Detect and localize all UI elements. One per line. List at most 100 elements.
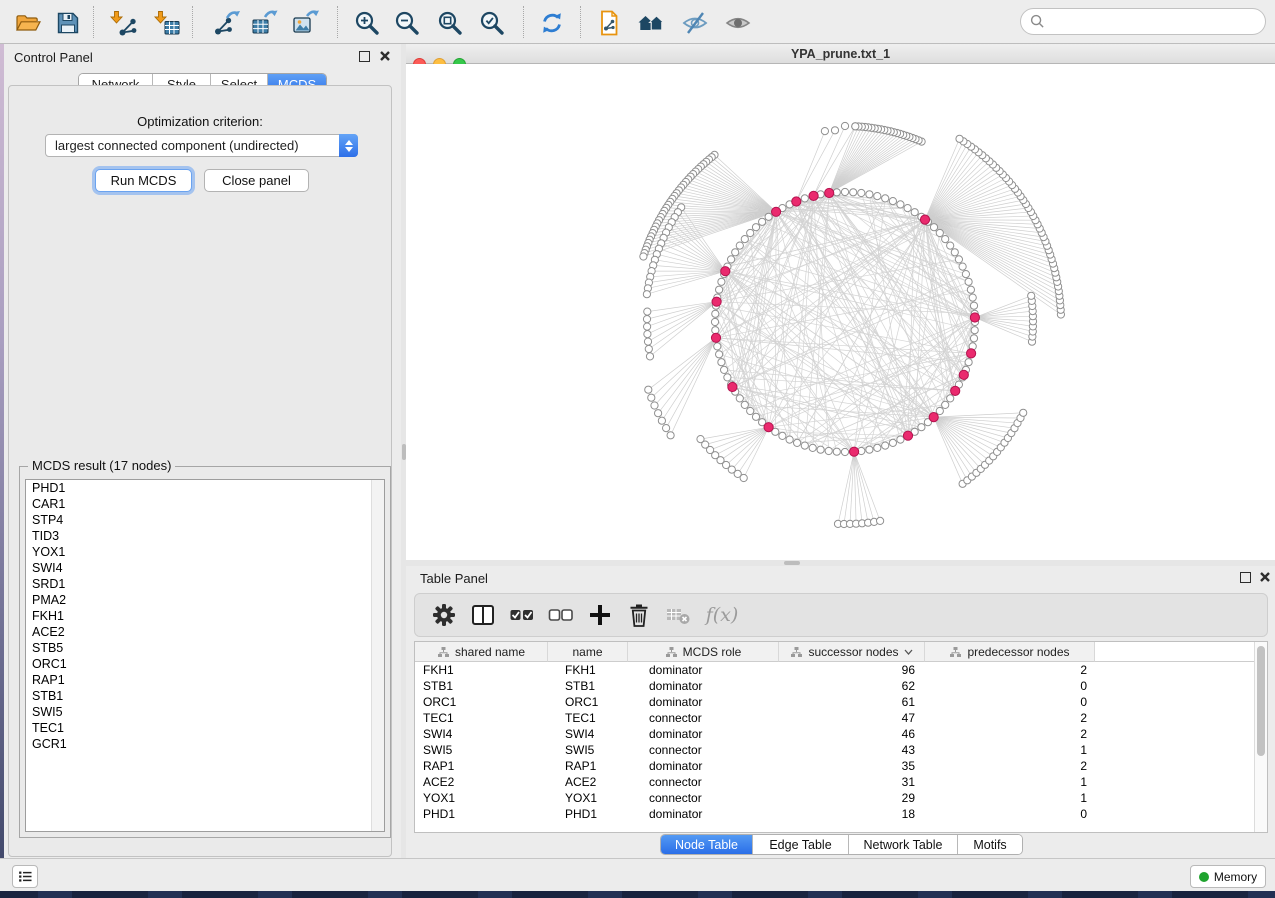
import-network-button[interactable] — [108, 8, 138, 38]
cell-shared-name: FKH1 — [415, 662, 548, 678]
show-all-button[interactable] — [723, 8, 753, 38]
zoom-selected-button[interactable] — [477, 8, 507, 38]
float-panel-icon[interactable] — [1240, 572, 1251, 583]
cell-predecessor-nodes: 2 — [925, 710, 1095, 726]
export-table-button[interactable] — [250, 8, 280, 38]
tab-motifs[interactable]: Motifs — [958, 835, 1022, 854]
status-bar: Memory — [0, 858, 1275, 891]
table-row[interactable]: YOX1YOX1connector291 — [415, 790, 1267, 806]
mcds-result-item[interactable]: SWI4 — [26, 560, 384, 576]
refresh-icon — [538, 9, 566, 37]
memory-button[interactable]: Memory — [1190, 865, 1266, 888]
run-mcds-button[interactable]: Run MCDS — [95, 169, 192, 192]
deselect-all-rows-button[interactable] — [548, 602, 574, 628]
zoom-fit-button[interactable] — [435, 8, 465, 38]
home-button[interactable] — [636, 8, 666, 38]
tab-node-table[interactable]: Node Table — [661, 835, 753, 854]
toolbar-separator — [337, 6, 338, 38]
table-row[interactable]: SWI4SWI4dominator462 — [415, 726, 1267, 742]
table-row[interactable]: STB1STB1dominator620 — [415, 678, 1267, 694]
mcds-result-item[interactable]: TID3 — [26, 528, 384, 544]
mcds-result-item[interactable]: STB1 — [26, 688, 384, 704]
close-panel-icon[interactable] — [379, 50, 391, 62]
table-row[interactable]: FKH1FKH1dominator962 — [415, 662, 1267, 678]
list-scrollbar-track[interactable] — [371, 480, 384, 831]
close-panel-icon[interactable] — [1259, 571, 1271, 583]
delete-table-button[interactable] — [665, 602, 691, 628]
column-header-MCDS-role[interactable]: MCDS role — [628, 642, 779, 662]
network-graph[interactable] — [406, 64, 1275, 560]
network-window-titlebar[interactable]: YPA_prune.txt_1 — [406, 44, 1275, 64]
zoom-out-button[interactable] — [392, 8, 422, 38]
zoom-in-button[interactable] — [352, 8, 382, 38]
network-canvas[interactable] — [406, 64, 1275, 560]
mcds-result-item[interactable]: FKH1 — [26, 608, 384, 624]
mcds-result-item[interactable]: STP4 — [26, 512, 384, 528]
column-header-name[interactable]: name — [548, 642, 628, 662]
column-header-predecessor-nodes[interactable]: predecessor nodes — [925, 642, 1095, 662]
hide-selected-button[interactable] — [680, 8, 710, 38]
mcds-result-item[interactable]: RAP1 — [26, 672, 384, 688]
table-panel-title: Table Panel — [420, 570, 488, 588]
table-scrollbar-thumb[interactable] — [1257, 646, 1265, 756]
table-settings-button[interactable] — [431, 602, 457, 628]
mcds-result-item[interactable]: PMA2 — [26, 592, 384, 608]
cell-name: SWI4 — [548, 726, 628, 742]
table-row[interactable]: RAP1RAP1dominator352 — [415, 758, 1267, 774]
save-session-button[interactable] — [53, 8, 83, 38]
tab-network-table[interactable]: Network Table — [849, 835, 958, 854]
first-neighbors-button[interactable] — [594, 8, 624, 38]
mcds-result-item[interactable]: PHD1 — [26, 480, 384, 496]
criterion-select[interactable]: largest connected component (undirected) — [45, 134, 358, 157]
export-network-button[interactable] — [212, 8, 242, 38]
mcds-result-item[interactable]: CAR1 — [26, 496, 384, 512]
document-network-icon — [595, 9, 623, 37]
table-row[interactable]: ACE2ACE2connector311 — [415, 774, 1267, 790]
mcds-result-item[interactable]: YOX1 — [26, 544, 384, 560]
export-image-button[interactable] — [291, 8, 321, 38]
add-column-button[interactable] — [587, 602, 613, 628]
attribute-type-icon — [665, 646, 678, 658]
mcds-result-item[interactable]: ORC1 — [26, 656, 384, 672]
table-row[interactable]: PHD1PHD1dominator180 — [415, 806, 1267, 822]
function-builder-button[interactable]: f(x) — [704, 602, 740, 628]
cell-shared-name: PHD1 — [415, 806, 548, 822]
table-row[interactable]: SWI5SWI5connector431 — [415, 742, 1267, 758]
table-body: FKH1FKH1dominator962STB1STB1dominator620… — [415, 662, 1267, 822]
float-panel-icon[interactable] — [359, 51, 370, 62]
mcds-result-list[interactable]: PHD1CAR1STP4TID3YOX1SWI4SRD1PMA2FKH1ACE2… — [25, 479, 385, 832]
mcds-result-item[interactable]: STB5 — [26, 640, 384, 656]
mcds-result-item[interactable]: SWI5 — [26, 704, 384, 720]
splitter-grip[interactable] — [784, 561, 800, 565]
delete-table-icon — [665, 602, 691, 628]
table-scrollbar-track[interactable] — [1254, 642, 1267, 832]
table-row[interactable]: TEC1TEC1connector472 — [415, 710, 1267, 726]
import-table-button[interactable] — [152, 8, 182, 38]
export-network-icon — [213, 9, 241, 37]
task-history-button[interactable] — [12, 865, 38, 888]
select-all-rows-button[interactable] — [509, 602, 535, 628]
cell-predecessor-nodes: 0 — [925, 678, 1095, 694]
cell-name: RAP1 — [548, 758, 628, 774]
network-view-window: YPA_prune.txt_1 — [406, 44, 1275, 560]
search-icon — [1030, 14, 1045, 29]
search-field[interactable] — [1020, 8, 1266, 35]
column-header-successor-nodes[interactable]: successor nodes — [779, 642, 925, 662]
mcds-result-item[interactable]: GCR1 — [26, 736, 384, 752]
table-row[interactable]: ORC1ORC1dominator610 — [415, 694, 1267, 710]
delete-column-button[interactable] — [626, 602, 652, 628]
splitter-grip[interactable] — [402, 444, 406, 460]
column-header-shared-name[interactable]: shared name — [415, 642, 548, 662]
search-input[interactable] — [1051, 14, 1265, 29]
close-panel-button[interactable]: Close panel — [204, 169, 309, 192]
apply-layout-button[interactable] — [537, 8, 567, 38]
show-columns-button[interactable] — [470, 602, 496, 628]
mcds-result-item[interactable]: TEC1 — [26, 720, 384, 736]
trash-icon — [626, 602, 652, 628]
tab-edge-table[interactable]: Edge Table — [753, 835, 849, 854]
cell-successor-nodes: 43 — [779, 742, 925, 758]
open-file-button[interactable] — [13, 8, 43, 38]
mcds-result-item[interactable]: ACE2 — [26, 624, 384, 640]
mcds-result-item[interactable]: SRD1 — [26, 576, 384, 592]
cell-predecessor-nodes: 0 — [925, 806, 1095, 822]
